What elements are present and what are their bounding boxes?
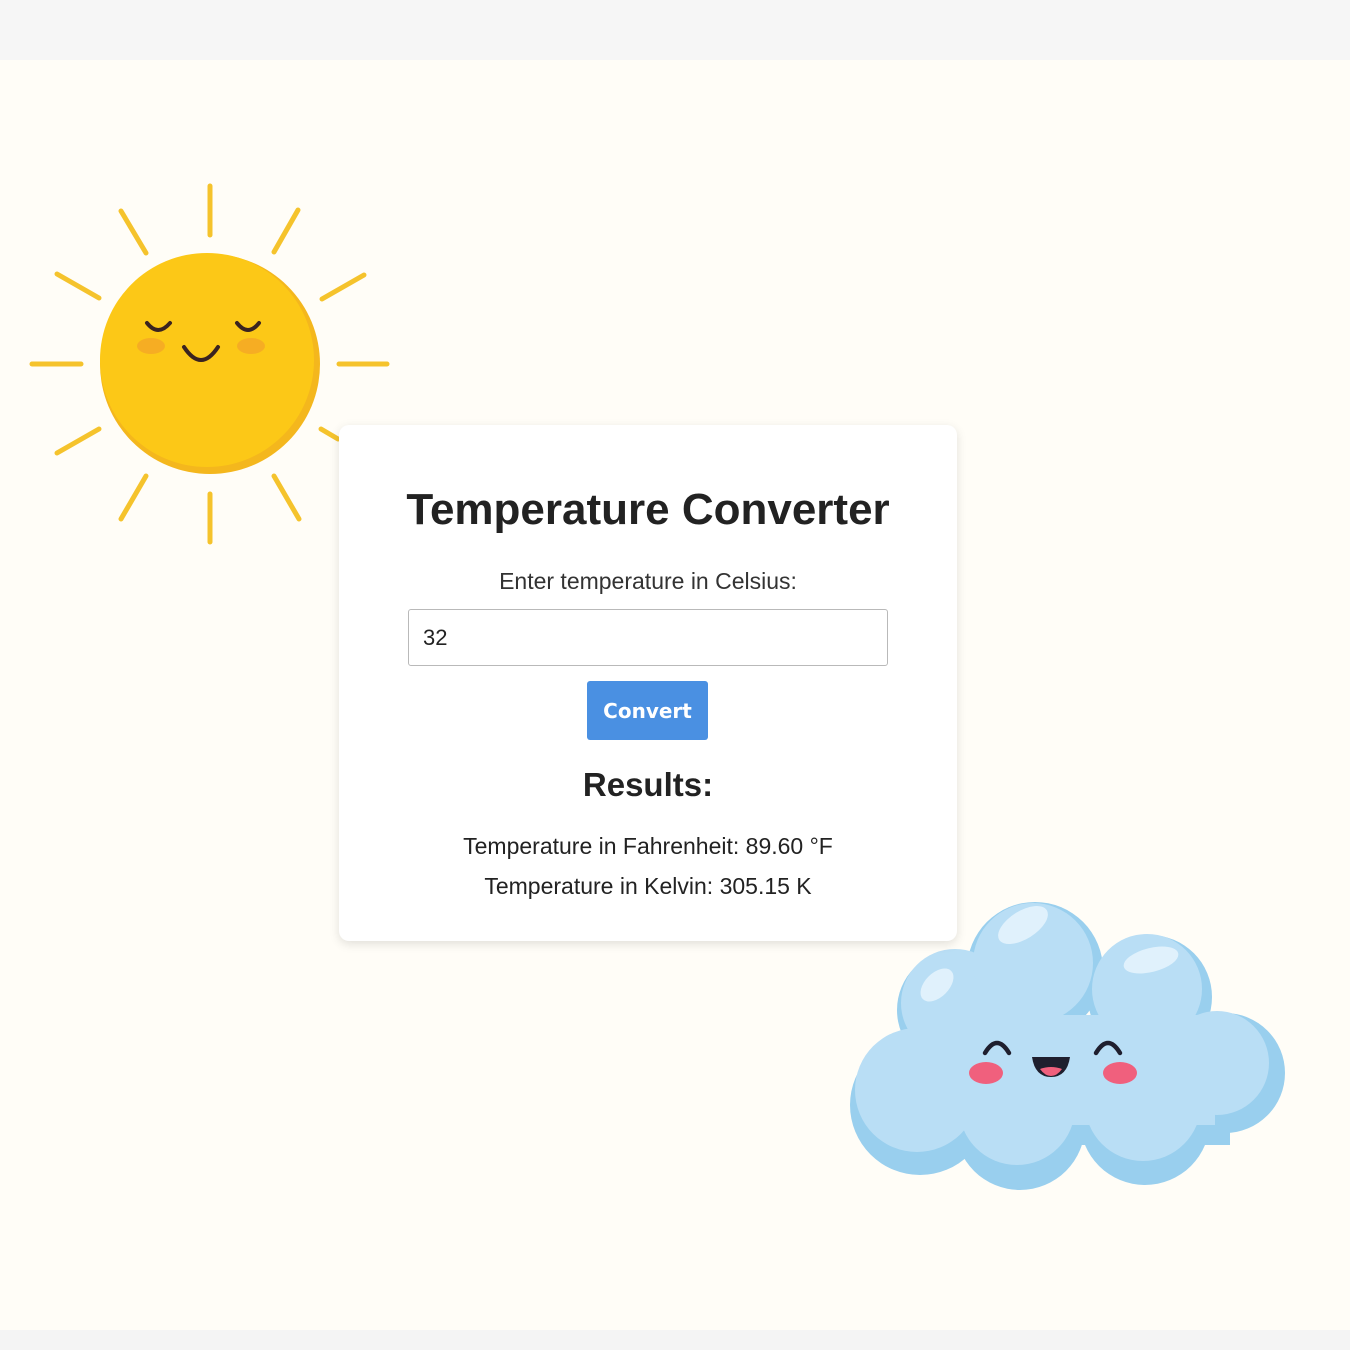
bottom-bar bbox=[0, 1330, 1350, 1350]
kelvin-result: Temperature in Kelvin: 305.15 K bbox=[484, 873, 812, 899]
top-bar bbox=[0, 0, 1350, 60]
results-heading: Results: bbox=[582, 766, 714, 803]
converter-card: Temperature Converter Enter temperature … bbox=[339, 425, 957, 941]
convert-button[interactable]: Convert bbox=[587, 681, 708, 740]
page-title: Temperature Converter bbox=[406, 485, 890, 534]
celsius-label: Enter temperature in Celsius: bbox=[499, 568, 797, 594]
celsius-input[interactable] bbox=[408, 609, 888, 666]
fahrenheit-result: Temperature in Fahrenheit: 89.60 °F bbox=[463, 833, 833, 859]
